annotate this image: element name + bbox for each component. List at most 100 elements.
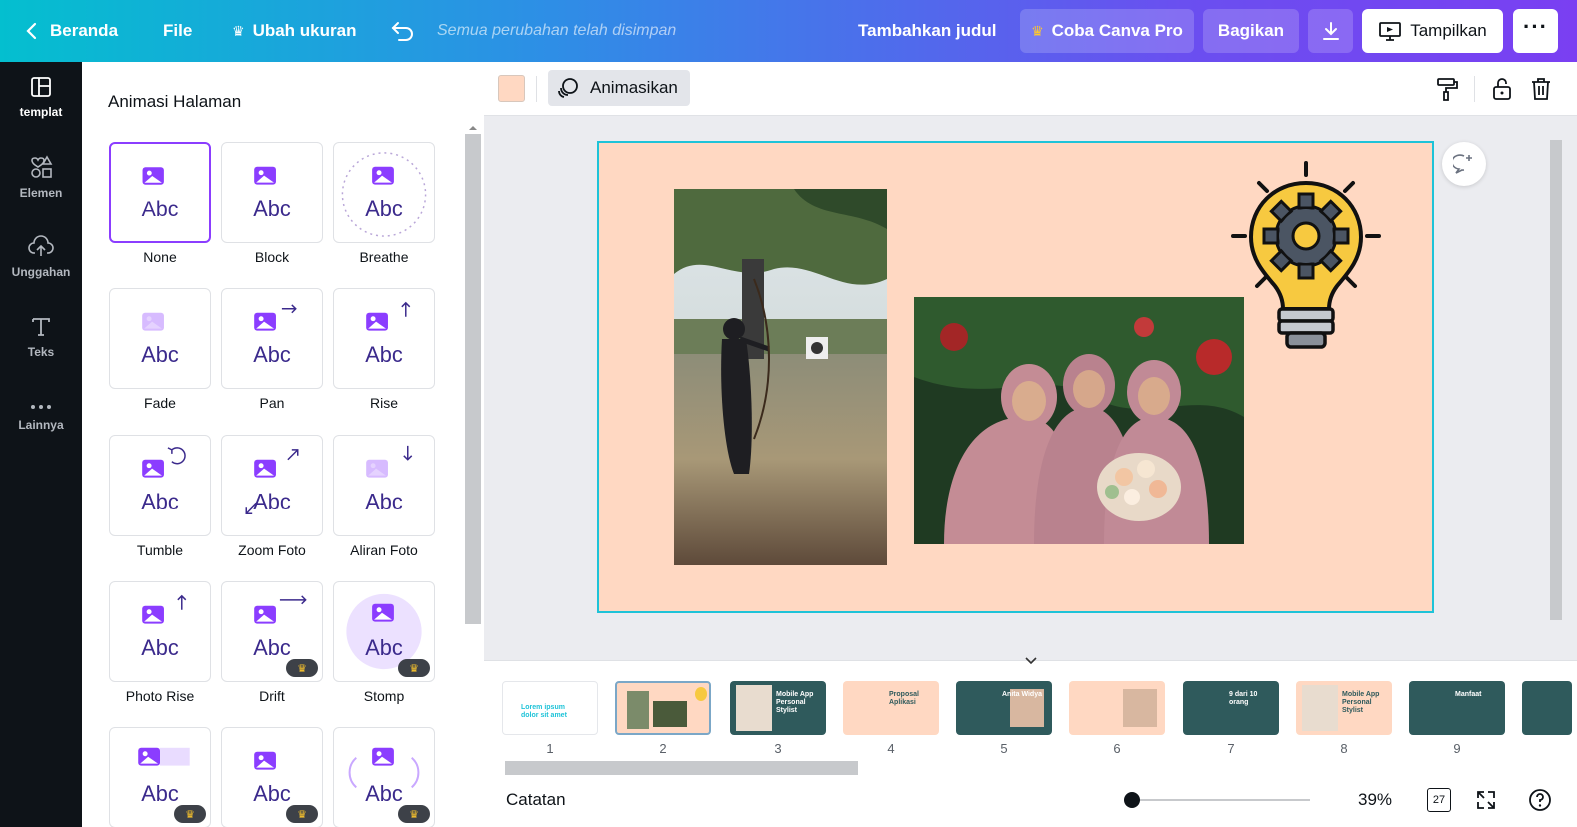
notes-button[interactable]: Catatan (506, 790, 566, 810)
home-button[interactable]: Beranda (22, 0, 118, 62)
abc-text: Abc (253, 635, 291, 660)
home-label: Beranda (50, 21, 119, 40)
archery-photo[interactable] (674, 189, 887, 565)
paint-roller-icon[interactable] (1434, 76, 1460, 102)
animation-option-aliran-foto[interactable]: Abc (333, 435, 435, 536)
animation-option-none[interactable]: Abc (109, 142, 211, 243)
animation-option-fade[interactable]: Abc (109, 288, 211, 389)
animate-button[interactable]: Animasikan (548, 70, 690, 106)
side-rail: templat Elemen Unggahan Teks Lainnya (0, 62, 82, 827)
lightbulb-gear-icon[interactable] (1229, 161, 1384, 356)
rail-item-templat[interactable]: templat (0, 62, 82, 132)
animation-option-stomp[interactable]: Abc ♛ (333, 581, 435, 682)
page-number: 8 (1340, 741, 1348, 756)
animation-option-drift[interactable]: Abc ♛ (221, 581, 323, 682)
page-thumbnail-5[interactable]: Anita Widya (956, 681, 1052, 735)
save-status: Semua perubahan telah disimpan (437, 22, 677, 39)
unlock-icon[interactable] (1489, 76, 1515, 102)
page-thumbnail-partial[interactable] (1522, 681, 1572, 735)
try-pro-button[interactable]: ♛ Coba Canva Pro (1020, 9, 1194, 53)
top-bar: Beranda File ♛ Ubah ukuran Semua perubah… (0, 0, 1577, 62)
page-number: 7 (1227, 741, 1235, 756)
page-thumbnail-8[interactable]: Mobile App Personal Stylist (1296, 681, 1392, 735)
page-number: 3 (774, 741, 782, 756)
group-photo-image (914, 297, 1244, 544)
zoom-level[interactable]: 39% (1358, 790, 1392, 810)
more-options-button[interactable]: ··· (1513, 9, 1558, 53)
animation-option-block[interactable]: Abc (221, 142, 323, 243)
animation-label: Stomp (363, 688, 405, 704)
resize-button[interactable]: ♛ Ubah ukuran (232, 0, 356, 62)
pro-crown-icon: ♛ (398, 659, 430, 677)
animation-label: Tumble (136, 542, 184, 558)
rail-item-elemen[interactable]: Elemen (0, 142, 82, 212)
page-color-swatch[interactable] (498, 75, 525, 102)
panel-scroll-thumb[interactable] (465, 134, 481, 624)
rail-label: Lainnya (18, 418, 64, 432)
canvas-scroll-thumb[interactable] (1550, 140, 1562, 620)
thumbnail-text: 9 dari 10 orang (1229, 691, 1258, 706)
pro-crown-icon: ♛ (398, 805, 430, 823)
abc-text: Abc (141, 342, 179, 367)
abc-text: Abc (253, 342, 291, 367)
animation-option[interactable]: Abc ♛ (221, 727, 323, 827)
animation-option-pan[interactable]: Abc (221, 288, 323, 389)
download-icon (1322, 22, 1339, 40)
present-button[interactable]: Tampilkan (1362, 9, 1503, 53)
page-thumbnail-7[interactable]: 9 dari 10 orang (1183, 681, 1279, 735)
page-thumbnail-9[interactable]: Manfaat (1409, 681, 1505, 735)
animation-option-rise[interactable]: Abc (333, 288, 435, 389)
slide-page[interactable] (597, 141, 1434, 613)
filmstrip-scroll-thumb[interactable] (505, 761, 858, 775)
fullscreen-icon[interactable] (1474, 788, 1498, 812)
trash-icon[interactable] (1528, 76, 1554, 102)
toolbar-divider (1474, 76, 1475, 102)
panel-title: Animasi Halaman (108, 92, 242, 111)
animation-option[interactable]: Abc ♛ (109, 727, 211, 827)
page-thumbnail-2[interactable] (615, 681, 711, 735)
zoom-slider-knob[interactable] (1124, 792, 1140, 808)
add-title-button[interactable]: Tambahkan judul (858, 0, 997, 62)
page-number: 6 (1113, 741, 1121, 756)
rail-item-lainnya[interactable]: Lainnya (0, 382, 82, 452)
filmstrip-scrollbar[interactable] (484, 759, 1577, 775)
undo-button[interactable] (390, 0, 416, 62)
animation-option-breathe[interactable]: Abc (333, 142, 435, 243)
page-thumbnail-3[interactable]: Mobile App Personal Stylist (730, 681, 826, 735)
collapse-strip-icon[interactable] (1017, 655, 1045, 667)
help-icon[interactable] (1528, 788, 1552, 812)
group-photo[interactable] (914, 297, 1244, 544)
panel-scrollbar[interactable] (465, 120, 481, 820)
thumbnail-text: Manfaat (1455, 691, 1482, 698)
animation-label: Zoom Foto (238, 542, 306, 558)
resize-label: Ubah ukuran (252, 21, 357, 40)
animation-option-tumble[interactable]: Abc (109, 435, 211, 536)
zoom-slider-track[interactable] (1124, 799, 1310, 801)
pro-crown-icon: ♛ (174, 805, 206, 823)
page-number: 5 (1000, 741, 1008, 756)
canvas-scrollbar[interactable] (1548, 120, 1564, 635)
file-label: File (163, 21, 193, 40)
rail-item-unggahan[interactable]: Unggahan (0, 222, 82, 292)
page-number: 1 (546, 741, 554, 756)
add-comment-button[interactable] (1442, 142, 1486, 186)
page-count-button[interactable]: 27 (1427, 788, 1451, 812)
scroll-up-icon (469, 126, 477, 130)
file-menu[interactable]: File (163, 0, 192, 62)
page-thumbnail-4[interactable]: Proposal Aplikasi (843, 681, 939, 735)
layout-icon (31, 77, 51, 97)
page-number: 4 (887, 741, 895, 756)
rail-item-teks[interactable]: Teks (0, 302, 82, 372)
animation-option-zoom-foto[interactable]: Abc (221, 435, 323, 536)
animation-option[interactable]: Abc ♛ (333, 727, 435, 827)
share-button[interactable]: Bagikan (1203, 9, 1299, 53)
share-label: Bagikan (1217, 21, 1285, 40)
undo-icon (391, 22, 413, 41)
add-title-label: Tambahkan judul (858, 21, 997, 40)
animation-option-photo-rise[interactable]: Abc (109, 581, 211, 682)
page-filmstrip: Lorem ipsum dolor sit amet 1 2 Mobile App P… (484, 657, 1577, 780)
page-thumbnail-1[interactable]: Lorem ipsum dolor sit amet (502, 681, 598, 735)
try-pro-label: Coba Canva Pro (1051, 21, 1183, 40)
page-thumbnail-6[interactable] (1069, 681, 1165, 735)
download-button[interactable] (1308, 9, 1353, 53)
